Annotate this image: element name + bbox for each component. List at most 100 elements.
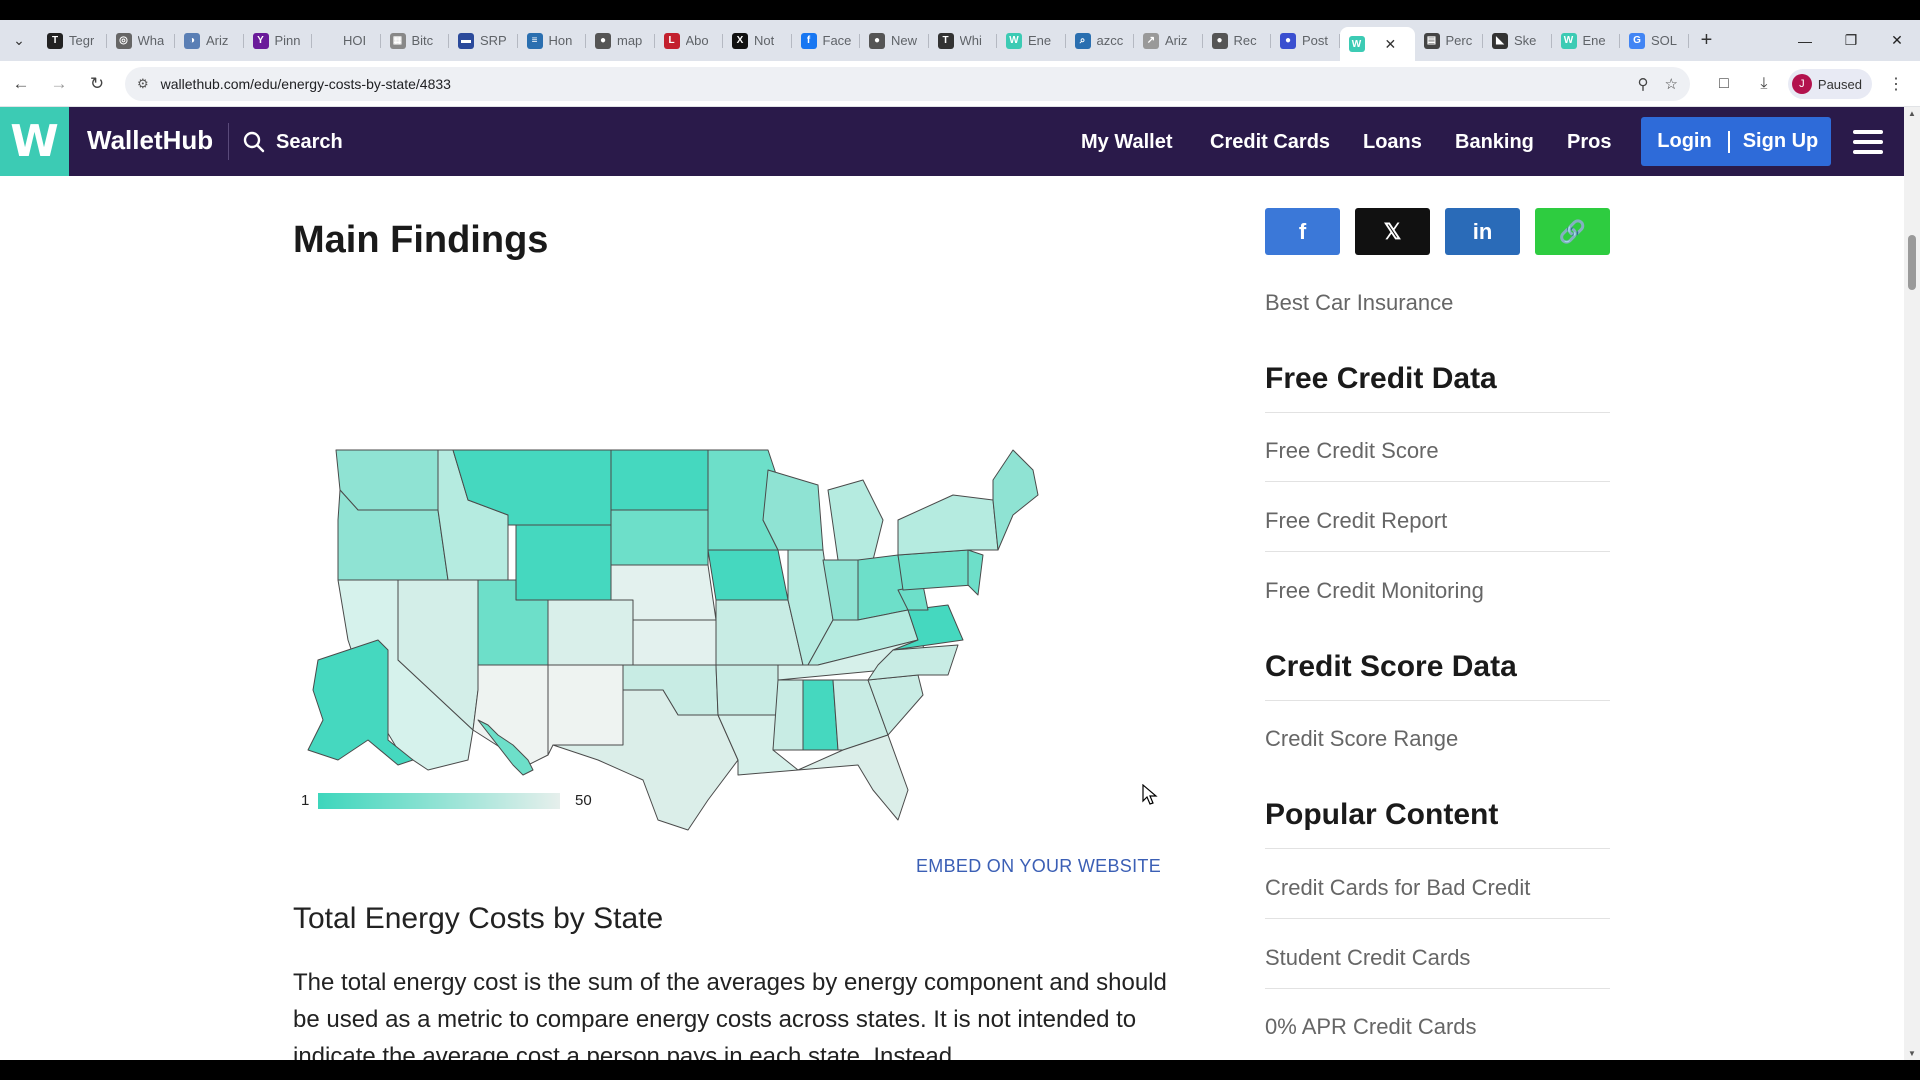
- embed-link[interactable]: EMBED ON YOUR WEBSITE: [916, 856, 1161, 877]
- header-search[interactable]: Search: [242, 127, 343, 157]
- sidebar-link-free-credit-score[interactable]: Free Credit Score: [1265, 438, 1439, 464]
- state-new-jersey: [967, 549, 984, 596]
- nav-loans[interactable]: Loans: [1363, 127, 1422, 157]
- sidebar-heading-credit-score-data: Credit Score Data: [1265, 650, 1517, 683]
- tab[interactable]: ◑ Ariz: [175, 26, 244, 56]
- tab-favicon-icon: ◑: [184, 32, 200, 49]
- profile-button[interactable]: J Paused: [1787, 69, 1872, 99]
- tab[interactable]: HOI: [312, 26, 381, 56]
- scroll-up-icon[interactable]: ▲: [1904, 109, 1920, 118]
- sidebar-link-student-cards[interactable]: Student Credit Cards: [1265, 945, 1470, 971]
- share-facebook-button[interactable]: f: [1265, 208, 1340, 255]
- tab[interactable]: ● Rec: [1203, 26, 1272, 56]
- scroll-down-icon[interactable]: ▼: [1904, 1049, 1920, 1058]
- divider: [1265, 988, 1610, 989]
- tab-active[interactable]: W ✕: [1339, 27, 1415, 61]
- state-washington: [335, 449, 439, 511]
- tab[interactable]: ● New: [860, 26, 929, 56]
- nav-banking[interactable]: Banking: [1455, 127, 1534, 157]
- site-info-icon[interactable]: ⚙: [137, 76, 149, 92]
- tab-favicon-icon: ●: [869, 32, 885, 49]
- sidebar-heading-free-credit-data: Free Credit Data: [1265, 362, 1497, 395]
- tab-favicon-icon: W: [1560, 32, 1577, 49]
- page-heading: Main Findings: [293, 219, 549, 261]
- tab[interactable]: W Ene: [997, 26, 1066, 56]
- scrollbar-thumb[interactable]: [1908, 235, 1916, 290]
- state-kansas: [632, 619, 717, 666]
- sidebar-link-cards-bad-credit[interactable]: Credit Cards for Bad Credit: [1265, 875, 1530, 901]
- sidebar-link-best-car-insurance[interactable]: Best Car Insurance: [1265, 290, 1453, 316]
- minimize-icon[interactable]: —: [1782, 20, 1828, 61]
- login-button[interactable]: Login: [1641, 130, 1728, 153]
- sidebar-link-zero-apr-cards[interactable]: 0% APR Credit Cards: [1265, 1014, 1477, 1040]
- tab[interactable]: ▦ Bitc: [381, 26, 450, 56]
- share-linkedin-button[interactable]: in: [1445, 208, 1520, 255]
- forward-icon[interactable]: →: [42, 67, 76, 101]
- hamburger-menu-icon[interactable]: [1853, 130, 1883, 154]
- nav-pros[interactable]: Pros: [1567, 127, 1611, 157]
- tab[interactable]: ≡ Hon: [518, 26, 587, 56]
- auth-button-group: Login Sign Up: [1641, 117, 1831, 166]
- tab-favicon-icon: ●: [1211, 32, 1228, 49]
- back-icon[interactable]: ←: [4, 67, 38, 101]
- tab[interactable]: ▬ SRP: [449, 26, 518, 56]
- sidebar-link-free-credit-monitoring[interactable]: Free Credit Monitoring: [1265, 578, 1484, 604]
- tab-favicon-icon: [321, 32, 337, 49]
- state-iowa: [707, 549, 789, 601]
- page-scrollbar[interactable]: ▲ ▼: [1904, 107, 1920, 1060]
- tab[interactable]: T Whi: [929, 26, 998, 56]
- share-x-button[interactable]: 𝕏: [1355, 208, 1430, 255]
- tab[interactable]: ● map: [586, 26, 655, 56]
- sidebar-link-free-credit-report[interactable]: Free Credit Report: [1265, 508, 1447, 534]
- us-energy-cost-map[interactable]: [298, 320, 1128, 920]
- tab-title: Wha: [137, 33, 165, 48]
- tab[interactable]: ◎ Wha: [107, 26, 176, 56]
- tab-search-button[interactable]: ⌄: [0, 20, 38, 61]
- tab[interactable]: G SOL: [1620, 26, 1689, 56]
- tab[interactable]: L Abo: [655, 26, 724, 56]
- address-bar[interactable]: ⚙ wallethub.com/edu/energy-costs-by-stat…: [125, 67, 1690, 101]
- tab-list: T Tegr ◎ Wha ◑ Ariz Y Pinn HOI ▦ Bitc ▬ SRP ≡ Hon ● map L…: [38, 20, 1689, 61]
- tab[interactable]: X Not: [723, 26, 792, 56]
- signup-button[interactable]: Sign Up: [1730, 130, 1831, 153]
- divider: [1265, 700, 1610, 701]
- brand-name[interactable]: WalletHub: [87, 125, 213, 156]
- tab[interactable]: ◣ Ske: [1483, 26, 1552, 56]
- tab[interactable]: ● Post: [1271, 26, 1340, 56]
- new-tab-button[interactable]: +: [1689, 29, 1725, 52]
- tab-title: Ene: [1028, 33, 1052, 48]
- window-controls: — ❐ ✕: [1782, 20, 1920, 61]
- state-mississippi: [772, 679, 804, 751]
- tab[interactable]: Y Pinn: [244, 26, 313, 56]
- tab[interactable]: f Face: [792, 26, 861, 56]
- tab[interactable]: ↗ Ariz: [1134, 26, 1203, 56]
- sidebar-heading-popular-content: Popular Content: [1265, 798, 1499, 831]
- url-text[interactable]: wallethub.com/edu/energy-costs-by-state/…: [161, 76, 451, 92]
- legend-high-label: 50: [575, 792, 592, 809]
- extensions-icon[interactable]: □: [1708, 68, 1740, 100]
- close-window-icon[interactable]: ✕: [1874, 20, 1920, 61]
- close-tab-icon[interactable]: ✕: [1385, 36, 1397, 53]
- tab[interactable]: T Tegr: [38, 26, 107, 56]
- tab[interactable]: ⌕ azcc: [1066, 26, 1135, 56]
- link-icon: 🔗: [1558, 218, 1587, 244]
- bookmark-star-icon[interactable]: ☆: [1665, 75, 1678, 93]
- restore-icon[interactable]: ❐: [1828, 20, 1874, 61]
- download-icon[interactable]: ⤓: [1748, 68, 1780, 100]
- divider: [1265, 918, 1610, 919]
- tab[interactable]: W Ene: [1552, 26, 1621, 56]
- nav-credit-cards[interactable]: Credit Cards: [1210, 127, 1330, 157]
- sidebar-link-credit-score-range[interactable]: Credit Score Range: [1265, 726, 1458, 752]
- zoom-icon[interactable]: ⚲: [1638, 75, 1649, 93]
- wallethub-logo[interactable]: W: [0, 107, 69, 176]
- profile-status: Paused: [1817, 76, 1862, 92]
- reload-icon[interactable]: ↻: [80, 67, 114, 101]
- copy-link-button[interactable]: 🔗: [1535, 208, 1610, 255]
- x-logo-icon: 𝕏: [1383, 218, 1402, 244]
- tab-title: Face: [822, 33, 852, 48]
- nav-my-wallet[interactable]: My Wallet: [1081, 127, 1173, 157]
- browser-menu-icon[interactable]: ⋮: [1880, 68, 1912, 100]
- screen-top-border: [0, 0, 1920, 20]
- tab[interactable]: ▤ Perc: [1415, 26, 1484, 56]
- state-wisconsin: [762, 469, 824, 551]
